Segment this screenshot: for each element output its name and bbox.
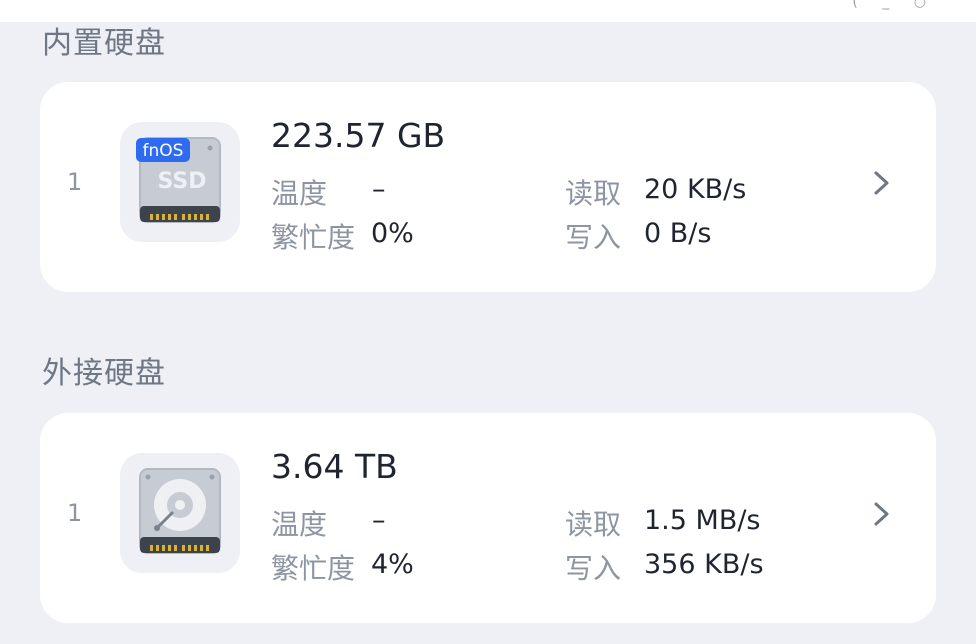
temperature-value: –: [372, 505, 386, 536]
read-value: 20 KB/s: [644, 174, 747, 205]
busy-label: 繁忙度: [271, 552, 356, 585]
busy-value: 0%: [371, 218, 414, 249]
write-value: 356 KB/s: [644, 549, 764, 580]
disk-index: 1: [67, 168, 83, 196]
ssd-label: SSD: [158, 169, 207, 194]
disk-capacity: 3.64 TB: [271, 447, 398, 486]
temperature-value: –: [372, 174, 386, 205]
fnos-badge: fnOS: [143, 141, 184, 161]
section-title-external: 外接硬盘: [42, 356, 166, 391]
write-label: 写入: [565, 221, 622, 254]
chevron-right-icon[interactable]: [870, 499, 894, 529]
busy-value: 4%: [371, 549, 414, 580]
read-label: 读取: [565, 508, 622, 541]
write-value: 0 B/s: [644, 218, 712, 249]
write-label: 写入: [565, 552, 622, 585]
busy-label: 繁忙度: [271, 221, 356, 254]
ssd-drive-icon: fnOS SSD: [120, 122, 240, 242]
read-label: 读取: [565, 177, 622, 210]
disk-index: 1: [67, 499, 83, 527]
hdd-drive-icon: [120, 453, 240, 573]
window-controls[interactable]: ( _ ○: [852, 0, 936, 10]
read-value: 1.5 MB/s: [644, 505, 761, 536]
disk-card-internal[interactable]: 1 fnOS SSD 223.57 GB 温度 – 繁忙度 0% 读取 20 K…: [40, 82, 936, 292]
disk-capacity: 223.57 GB: [271, 116, 446, 155]
disk-card-external[interactable]: 1 3.64 TB 温度 – 繁忙度 4% 读取 1.5 MB/s 写入 356…: [40, 413, 936, 623]
section-title-internal: 内置硬盘: [42, 26, 166, 61]
temperature-label: 温度: [271, 177, 328, 210]
chevron-right-icon[interactable]: [870, 168, 894, 198]
temperature-label: 温度: [271, 508, 328, 541]
